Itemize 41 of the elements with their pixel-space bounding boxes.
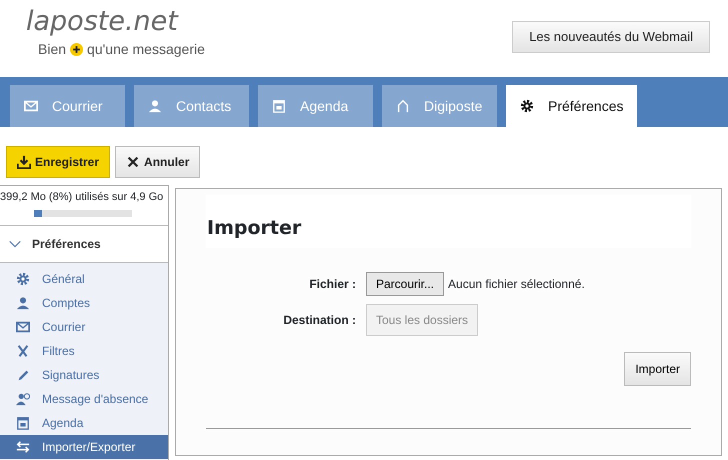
sidebar-item[interactable]: Filtres [0,338,168,362]
save-button[interactable]: Enregistrer [6,146,110,178]
destination-select[interactable]: Tous les dossiers [366,304,478,336]
nav-tab[interactable]: Courrier [10,85,125,127]
nav-tab[interactable]: Préférences [506,85,637,127]
calendar-icon [16,416,30,430]
sidebar-item[interactable]: Général [0,266,168,290]
sidebar-item[interactable]: Message d'absence [0,386,168,410]
scissors-icon [16,344,30,358]
person-clock-icon [16,392,30,406]
storage-usage-text: 399,2 Mo (8%) utilisés sur 4,9 Go [0,190,164,205]
transfer-arrows-icon [16,440,30,454]
plus-icon [70,43,84,56]
browse-button[interactable]: Parcourir... [366,272,444,296]
sidebar-item[interactable]: Comptes [0,290,168,314]
cancel-button[interactable]: Annuler [115,146,200,178]
house-icon [396,99,410,113]
import-button[interactable]: Importer [624,352,691,386]
destination-label: Destination : [282,312,357,329]
person-icon [16,296,30,310]
sidebar-item[interactable]: Importer/Exporter [0,434,168,458]
envelope-icon [24,99,38,113]
tagline-text: qu'une messagerie [87,40,205,59]
tagline-text: Bien [38,40,66,59]
gear-icon [520,99,534,113]
sidebar-item[interactable]: Courrier [0,314,168,338]
nav-tab[interactable]: Contacts [134,85,249,127]
download-icon [17,155,31,169]
nav-tab[interactable]: Digiposte [382,85,497,127]
gear-icon [16,272,30,286]
file-label: Fichier : [308,276,357,293]
whats-new-button[interactable]: Les nouveautés du Webmail [512,21,710,52]
person-icon [148,99,162,113]
nav-tab[interactable]: Agenda [258,85,373,127]
brand-logo: laposte.net [26,8,180,35]
sidebar-item[interactable]: Agenda [0,410,168,434]
calendar-icon [272,99,286,113]
close-icon [126,155,140,169]
envelope-icon [16,320,30,334]
file-status-text: Aucun fichier sélectionné. [448,276,585,293]
sidebar-item[interactable]: Signatures [0,362,168,386]
